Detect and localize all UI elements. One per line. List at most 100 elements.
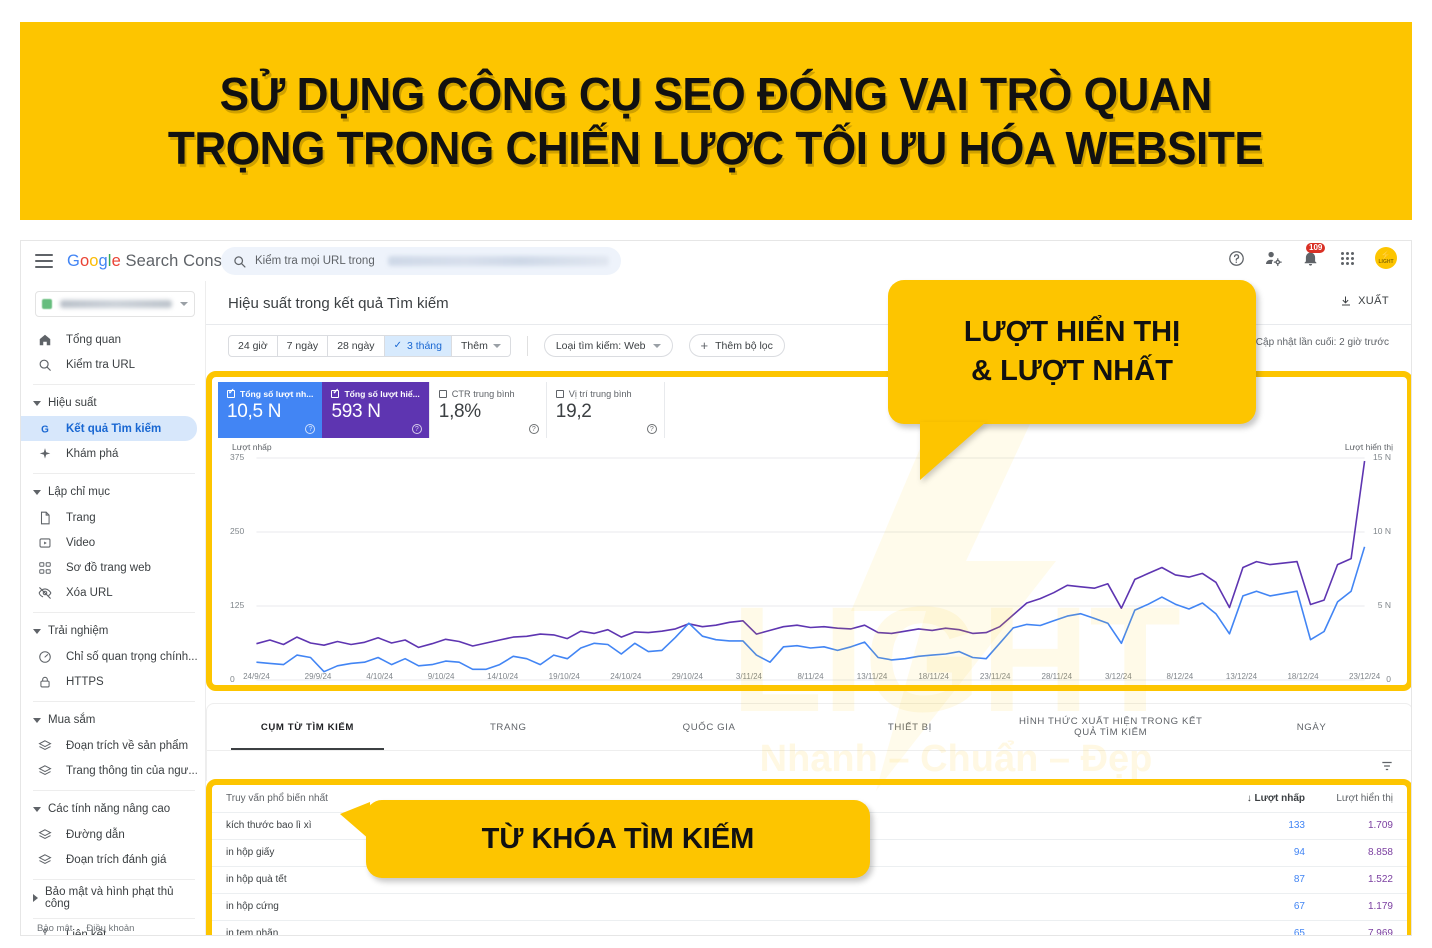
chevron-down-icon [33, 400, 41, 406]
chevron-down-icon [33, 806, 41, 812]
date-range-label: 3 tháng [406, 339, 442, 352]
sidebar-group-label: Bảo mật và hình phạt thủ công [45, 886, 174, 910]
y-tick-left: 250 [230, 526, 245, 536]
tab-label: QUỐC GIA [682, 721, 736, 733]
download-icon [1342, 296, 1351, 306]
tab-2[interactable]: QUỐC GIA [609, 704, 810, 750]
sidebar-item-17[interactable]: Đường dẫn [21, 822, 197, 847]
discover-icon [39, 447, 51, 459]
add-filter-button[interactable]: + Thêm bộ lọc [688, 334, 785, 357]
tab-1[interactable]: TRANG [408, 704, 609, 750]
tab-4[interactable]: HÌNH THỨC XUẤT HIỆN TRONG KẾT QUẢ TÌM KI… [1010, 704, 1211, 750]
sidebar-item-11[interactable]: Chỉ số quan trọng chính... [21, 644, 197, 669]
sidebar-item-3[interactable]: G Kết quả Tìm kiếm [21, 416, 197, 441]
sidebar: Tổng quan Kiểm tra URL Hiệu suất G Kết quả T… [21, 281, 206, 935]
x-tick: 24/10/24 [610, 672, 642, 681]
avatar[interactable]: ⚡ LIGHT [1375, 247, 1397, 269]
table-row[interactable]: in tem nhãn 65 7.969 [212, 920, 1407, 935]
metric-card-0[interactable]: Tổng số lượt nh... 10,5 N? [218, 382, 323, 438]
last-updated-label: Cập nhật lần cuối: 2 giờ trước [1255, 337, 1389, 348]
tab-0[interactable]: CỤM TỪ TÌM KIẾM [207, 704, 408, 750]
metric-card-1[interactable]: Tổng số lượt hiể... 593 N? [322, 382, 429, 438]
sidebar-item-9[interactable]: Xóa URL [21, 580, 197, 605]
url-inspection-search[interactable]: Kiểm tra mọi URL trong [221, 247, 621, 275]
date-range-option-1[interactable]: 7 ngày [278, 335, 329, 356]
sidebar-item-18[interactable]: Đoạn trích đánh giá [21, 847, 197, 872]
account-settings-icon[interactable] [1264, 249, 1283, 268]
sidebar-item-1[interactable]: Kiểm tra URL [21, 352, 197, 377]
callout-impressions: LƯỢT HIỂN THỊ & LƯỢT NHẤT [888, 280, 1256, 480]
filter-icon[interactable] [1380, 759, 1394, 773]
sidebar-group-19[interactable]: Bảo mật và hình phạt thủ công [21, 885, 205, 911]
help-icon[interactable]: ? [305, 424, 316, 434]
sidebar-group-2[interactable]: Hiệu suất [21, 390, 205, 416]
sidebar-item-7[interactable]: Video [21, 530, 197, 555]
search-icon-wrap [37, 358, 53, 372]
metric-checkbox[interactable] [227, 388, 235, 398]
layers-icon-wrap [37, 739, 53, 753]
callout-impressions-line-1: LƯỢT HIỂN THỊ [963, 315, 1181, 348]
sidebar-group-16[interactable]: Các tính năng nâng cao [21, 796, 205, 822]
sidebar-item-12[interactable]: HTTPS [21, 669, 197, 694]
sidebar-group-10[interactable]: Trải nghiệm [21, 618, 205, 644]
property-icon [42, 299, 52, 309]
date-range-option-3[interactable]: ✓ 3 tháng [384, 335, 452, 356]
toolbar-divider [526, 335, 528, 356]
check-icon: ✓ [393, 340, 402, 351]
help-icon[interactable] [1227, 249, 1246, 268]
sidebar-item-8[interactable]: Sơ đồ trang web [21, 555, 197, 580]
metric-label: Vị trí trung bình [568, 389, 632, 399]
sidebar-item-label: Khám phá [66, 447, 119, 460]
cell-clicks: 65 [1231, 920, 1319, 935]
notifications-icon[interactable]: 109 [1301, 242, 1326, 268]
sidebar-item-6[interactable]: Trang [21, 505, 197, 530]
speedometer-icon [39, 650, 51, 663]
date-range-segmented-control[interactable]: 24 giờ 7 ngày 28 ngày ✓ 3 tháng Thêm [228, 334, 511, 357]
metric-checkbox[interactable] [555, 390, 564, 398]
sidebar-divider [33, 918, 195, 919]
cell-query: in hộp cứng [212, 893, 1231, 921]
property-selector[interactable] [35, 291, 195, 317]
layers-icon-wrap [37, 764, 53, 778]
sidebar-divider [33, 473, 195, 474]
sidebar-item-4[interactable]: Khám phá [21, 441, 197, 466]
cell-clicks: 87 [1231, 866, 1319, 894]
callout-impressions-line-2: & LƯỢT NHẤT [971, 355, 1173, 387]
metric-checkbox[interactable] [331, 388, 340, 398]
sidebar-item-15[interactable]: Trang thông tin của ngư... [21, 758, 197, 783]
privacy-link[interactable]: Bảo mật [37, 923, 72, 934]
sidebar-group-5[interactable]: Lập chỉ mục [21, 479, 205, 505]
sidebar-item-0[interactable]: Tổng quan [21, 327, 197, 352]
metric-label-wrap: CTR trung bình [438, 389, 537, 399]
tab-5[interactable]: NGÀY [1211, 704, 1411, 750]
page-icon-wrap [37, 511, 53, 525]
export-button[interactable]: XUẤT [1340, 295, 1389, 307]
help-icon[interactable]: ? [528, 424, 539, 434]
column-header-impressions[interactable]: Lượt hiển thị [1319, 785, 1407, 813]
tab-label: CỤM TỪ TÌM KIẾM [260, 721, 354, 733]
menu-icon[interactable] [35, 254, 53, 268]
sidebar-nav: Tổng quan Kiểm tra URL Hiệu suất G Kết quả T… [21, 327, 205, 935]
sidebar-item-14[interactable]: Đoạn trích về sản phẩm [21, 733, 197, 758]
metric-card-3[interactable]: Vị trí trung bình 19,2? [546, 382, 665, 438]
date-range-option-0[interactable]: 24 giờ [229, 335, 278, 356]
metric-label: Tổng số lượt hiể... [344, 389, 420, 399]
terms-link[interactable]: Điều khoản [86, 923, 134, 934]
date-range-option-4[interactable]: Thêm [452, 336, 510, 356]
x-tick: 18/12/24 [1287, 672, 1319, 681]
apps-grid-icon[interactable] [1338, 249, 1357, 268]
metric-checkbox[interactable] [438, 390, 447, 398]
column-header-clicks[interactable]: ↓ Lượt nhấp [1231, 785, 1319, 813]
metric-card-2[interactable]: CTR trung bình 1,8%? [428, 382, 547, 438]
help-icon[interactable]: ? [411, 424, 422, 434]
google-search-console-logo: Google Search Console [67, 251, 245, 270]
search-type-filter[interactable]: Loại tìm kiếm: Web [543, 334, 673, 357]
date-range-option-2[interactable]: 28 ngày [328, 335, 385, 356]
tab-3[interactable]: THIẾT BỊ [809, 704, 1010, 750]
date-range-label: Thêm [461, 339, 488, 352]
sidebar-group-13[interactable]: Mua sắm [21, 707, 205, 733]
help-icon[interactable]: ? [646, 424, 657, 434]
x-tick: 4/10/24 [366, 672, 393, 681]
metric-label: Tổng số lượt nh... [240, 389, 314, 399]
table-row[interactable]: in hộp cứng 67 1.179 [212, 893, 1407, 921]
